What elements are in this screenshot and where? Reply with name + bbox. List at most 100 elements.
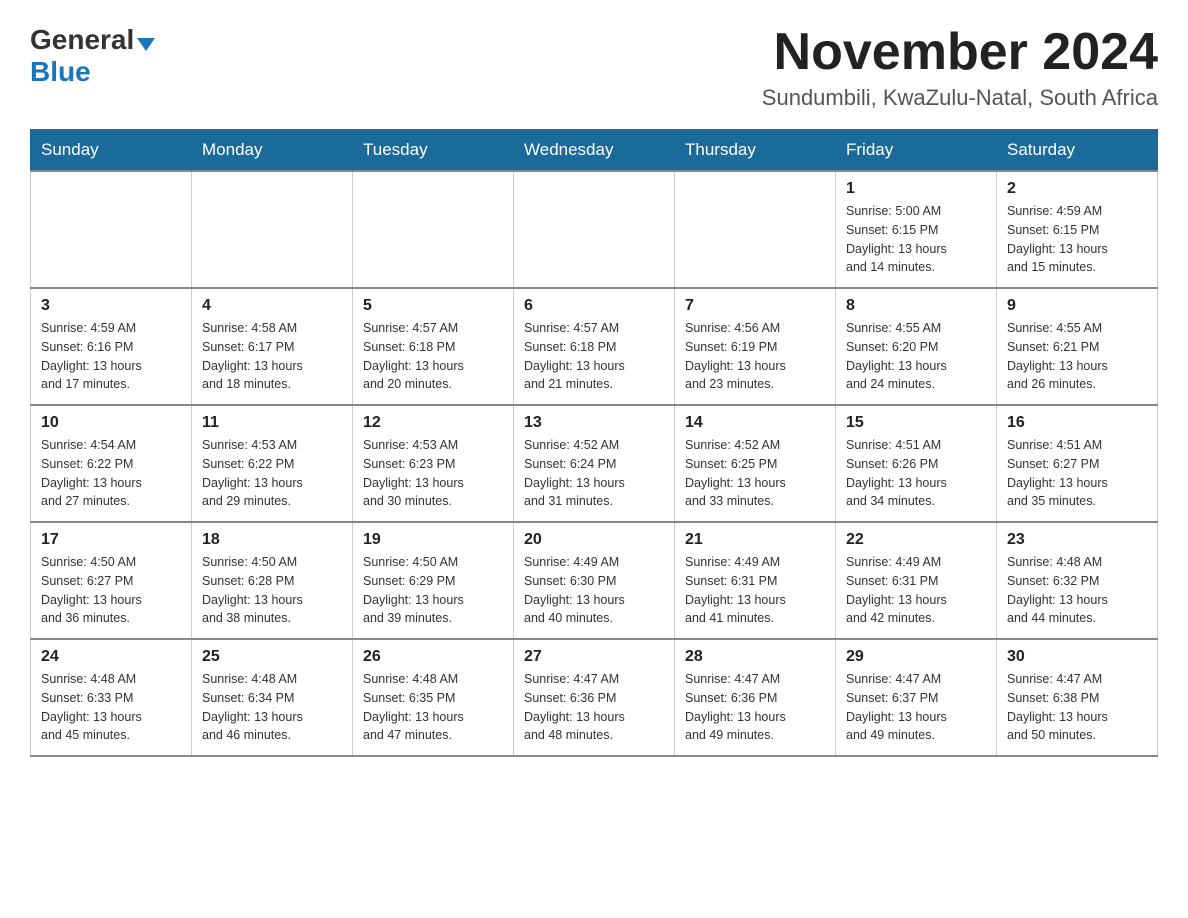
day-info: Sunrise: 4:53 AM Sunset: 6:23 PM Dayligh… [363, 436, 503, 511]
calendar-cell: 25Sunrise: 4:48 AM Sunset: 6:34 PM Dayli… [192, 639, 353, 756]
day-number: 28 [685, 648, 825, 666]
weekday-header: Friday [836, 130, 997, 172]
day-number: 26 [363, 648, 503, 666]
day-info: Sunrise: 4:59 AM Sunset: 6:15 PM Dayligh… [1007, 202, 1147, 277]
day-number: 15 [846, 414, 986, 432]
day-info: Sunrise: 4:47 AM Sunset: 6:36 PM Dayligh… [685, 670, 825, 745]
calendar-cell: 7 Sunrise: 4:56 AM Sunset: 6:19 PM Daylig… [675, 288, 836, 405]
weekday-header: Wednesday [514, 130, 675, 172]
calendar-cell [31, 171, 192, 288]
calendar-cell: 1Sunrise: 5:00 AM Sunset: 6:15 PM Daylig… [836, 171, 997, 288]
day-info: Sunrise: 4:58 AM Sunset: 6:17 PM Dayligh… [202, 319, 342, 394]
day-number: 19 [363, 531, 503, 549]
day-number: 4 [202, 297, 342, 315]
day-number: 25 [202, 648, 342, 666]
day-info: Sunrise: 4:53 AM Sunset: 6:22 PM Dayligh… [202, 436, 342, 511]
calendar-cell: 17 Sunrise: 4:50 AM Sunset: 6:27 PM Dayli… [31, 522, 192, 639]
calendar-cell [192, 171, 353, 288]
day-info: Sunrise: 4:49 AM Sunset: 6:30 PM Dayligh… [524, 553, 664, 628]
day-number: 11 [202, 414, 342, 432]
calendar-cell: 21 Sunrise: 4:49 AM Sunset: 6:31 PM Dayli… [675, 522, 836, 639]
weekday-header: Sunday [31, 130, 192, 172]
day-info: Sunrise: 4:48 AM Sunset: 6:35 PM Dayligh… [363, 670, 503, 745]
day-info: Sunrise: 4:52 AM Sunset: 6:24 PM Dayligh… [524, 436, 664, 511]
calendar-week-row: 1Sunrise: 5:00 AM Sunset: 6:15 PM Daylig… [31, 171, 1158, 288]
title-area: November 2024 Sundumbili, KwaZulu-Natal,… [762, 24, 1158, 111]
calendar-cell: 22Sunrise: 4:49 AM Sunset: 6:31 PM Dayli… [836, 522, 997, 639]
page-header: General Blue November 2024 Sundumbili, K… [30, 24, 1158, 111]
day-number: 5 [363, 297, 503, 315]
day-info: Sunrise: 4:59 AM Sunset: 6:16 PM Dayligh… [41, 319, 181, 394]
calendar-cell: 18Sunrise: 4:50 AM Sunset: 6:28 PM Dayli… [192, 522, 353, 639]
calendar-cell: 19Sunrise: 4:50 AM Sunset: 6:29 PM Dayli… [353, 522, 514, 639]
day-number: 6 [524, 297, 664, 315]
calendar-cell: 28 Sunrise: 4:47 AM Sunset: 6:36 PM Dayli… [675, 639, 836, 756]
day-info: Sunrise: 4:50 AM Sunset: 6:27 PM Dayligh… [41, 553, 181, 628]
calendar-cell: 11 Sunrise: 4:53 AM Sunset: 6:22 PM Dayli… [192, 405, 353, 522]
calendar-cell: 5 Sunrise: 4:57 AM Sunset: 6:18 PM Daylig… [353, 288, 514, 405]
day-info: Sunrise: 4:51 AM Sunset: 6:27 PM Dayligh… [1007, 436, 1147, 511]
day-number: 30 [1007, 648, 1147, 666]
calendar-cell: 13 Sunrise: 4:52 AM Sunset: 6:24 PM Dayli… [514, 405, 675, 522]
day-number: 22 [846, 531, 986, 549]
calendar-cell: 14 Sunrise: 4:52 AM Sunset: 6:25 PM Dayli… [675, 405, 836, 522]
day-info: Sunrise: 4:52 AM Sunset: 6:25 PM Dayligh… [685, 436, 825, 511]
calendar-cell [353, 171, 514, 288]
calendar-cell: 2 Sunrise: 4:59 AM Sunset: 6:15 PM Daylig… [997, 171, 1158, 288]
day-number: 8 [846, 297, 986, 315]
logo-blue-text: Blue [30, 56, 91, 87]
calendar-cell: 6 Sunrise: 4:57 AM Sunset: 6:18 PM Daylig… [514, 288, 675, 405]
day-info: Sunrise: 4:57 AM Sunset: 6:18 PM Dayligh… [524, 319, 664, 394]
calendar-cell: 3 Sunrise: 4:59 AM Sunset: 6:16 PM Daylig… [31, 288, 192, 405]
weekday-header: Thursday [675, 130, 836, 172]
day-info: Sunrise: 4:55 AM Sunset: 6:20 PM Dayligh… [846, 319, 986, 394]
weekday-header: Monday [192, 130, 353, 172]
calendar-cell: 20 Sunrise: 4:49 AM Sunset: 6:30 PM Dayli… [514, 522, 675, 639]
day-info: Sunrise: 4:51 AM Sunset: 6:26 PM Dayligh… [846, 436, 986, 511]
day-number: 2 [1007, 180, 1147, 198]
day-number: 13 [524, 414, 664, 432]
day-info: Sunrise: 4:56 AM Sunset: 6:19 PM Dayligh… [685, 319, 825, 394]
day-number: 3 [41, 297, 181, 315]
day-info: Sunrise: 4:49 AM Sunset: 6:31 PM Dayligh… [685, 553, 825, 628]
day-number: 20 [524, 531, 664, 549]
calendar-cell: 26 Sunrise: 4:48 AM Sunset: 6:35 PM Dayli… [353, 639, 514, 756]
day-info: Sunrise: 4:48 AM Sunset: 6:33 PM Dayligh… [41, 670, 181, 745]
day-number: 16 [1007, 414, 1147, 432]
calendar-cell: 4 Sunrise: 4:58 AM Sunset: 6:17 PM Daylig… [192, 288, 353, 405]
day-number: 7 [685, 297, 825, 315]
calendar-cell: 12Sunrise: 4:53 AM Sunset: 6:23 PM Dayli… [353, 405, 514, 522]
month-title: November 2024 [762, 24, 1158, 81]
day-info: Sunrise: 4:47 AM Sunset: 6:36 PM Dayligh… [524, 670, 664, 745]
calendar-cell: 16 Sunrise: 4:51 AM Sunset: 6:27 PM Dayli… [997, 405, 1158, 522]
day-info: Sunrise: 5:00 AM Sunset: 6:15 PM Dayligh… [846, 202, 986, 277]
logo-triangle-icon [137, 38, 155, 51]
day-number: 27 [524, 648, 664, 666]
calendar-cell: 27 Sunrise: 4:47 AM Sunset: 6:36 PM Dayli… [514, 639, 675, 756]
calendar-cell: 24 Sunrise: 4:48 AM Sunset: 6:33 PM Dayli… [31, 639, 192, 756]
day-info: Sunrise: 4:55 AM Sunset: 6:21 PM Dayligh… [1007, 319, 1147, 394]
day-info: Sunrise: 4:50 AM Sunset: 6:28 PM Dayligh… [202, 553, 342, 628]
weekday-header: Tuesday [353, 130, 514, 172]
day-info: Sunrise: 4:57 AM Sunset: 6:18 PM Dayligh… [363, 319, 503, 394]
day-info: Sunrise: 4:48 AM Sunset: 6:32 PM Dayligh… [1007, 553, 1147, 628]
day-info: Sunrise: 4:47 AM Sunset: 6:38 PM Dayligh… [1007, 670, 1147, 745]
calendar-cell: 9Sunrise: 4:55 AM Sunset: 6:21 PM Daylig… [997, 288, 1158, 405]
calendar-cell: 8 Sunrise: 4:55 AM Sunset: 6:20 PM Daylig… [836, 288, 997, 405]
logo: General Blue [30, 24, 155, 88]
calendar-week-row: 10Sunrise: 4:54 AM Sunset: 6:22 PM Dayli… [31, 405, 1158, 522]
calendar-week-row: 17 Sunrise: 4:50 AM Sunset: 6:27 PM Dayli… [31, 522, 1158, 639]
day-number: 17 [41, 531, 181, 549]
day-number: 21 [685, 531, 825, 549]
calendar-table: SundayMondayTuesdayWednesdayThursdayFrid… [30, 129, 1158, 757]
weekday-header: Saturday [997, 130, 1158, 172]
calendar-cell [514, 171, 675, 288]
day-number: 14 [685, 414, 825, 432]
day-number: 10 [41, 414, 181, 432]
logo-general-text: General [30, 24, 134, 56]
day-number: 24 [41, 648, 181, 666]
calendar-week-row: 3 Sunrise: 4:59 AM Sunset: 6:16 PM Daylig… [31, 288, 1158, 405]
calendar-cell [675, 171, 836, 288]
calendar-cell: 10Sunrise: 4:54 AM Sunset: 6:22 PM Dayli… [31, 405, 192, 522]
calendar-week-row: 24 Sunrise: 4:48 AM Sunset: 6:33 PM Dayli… [31, 639, 1158, 756]
